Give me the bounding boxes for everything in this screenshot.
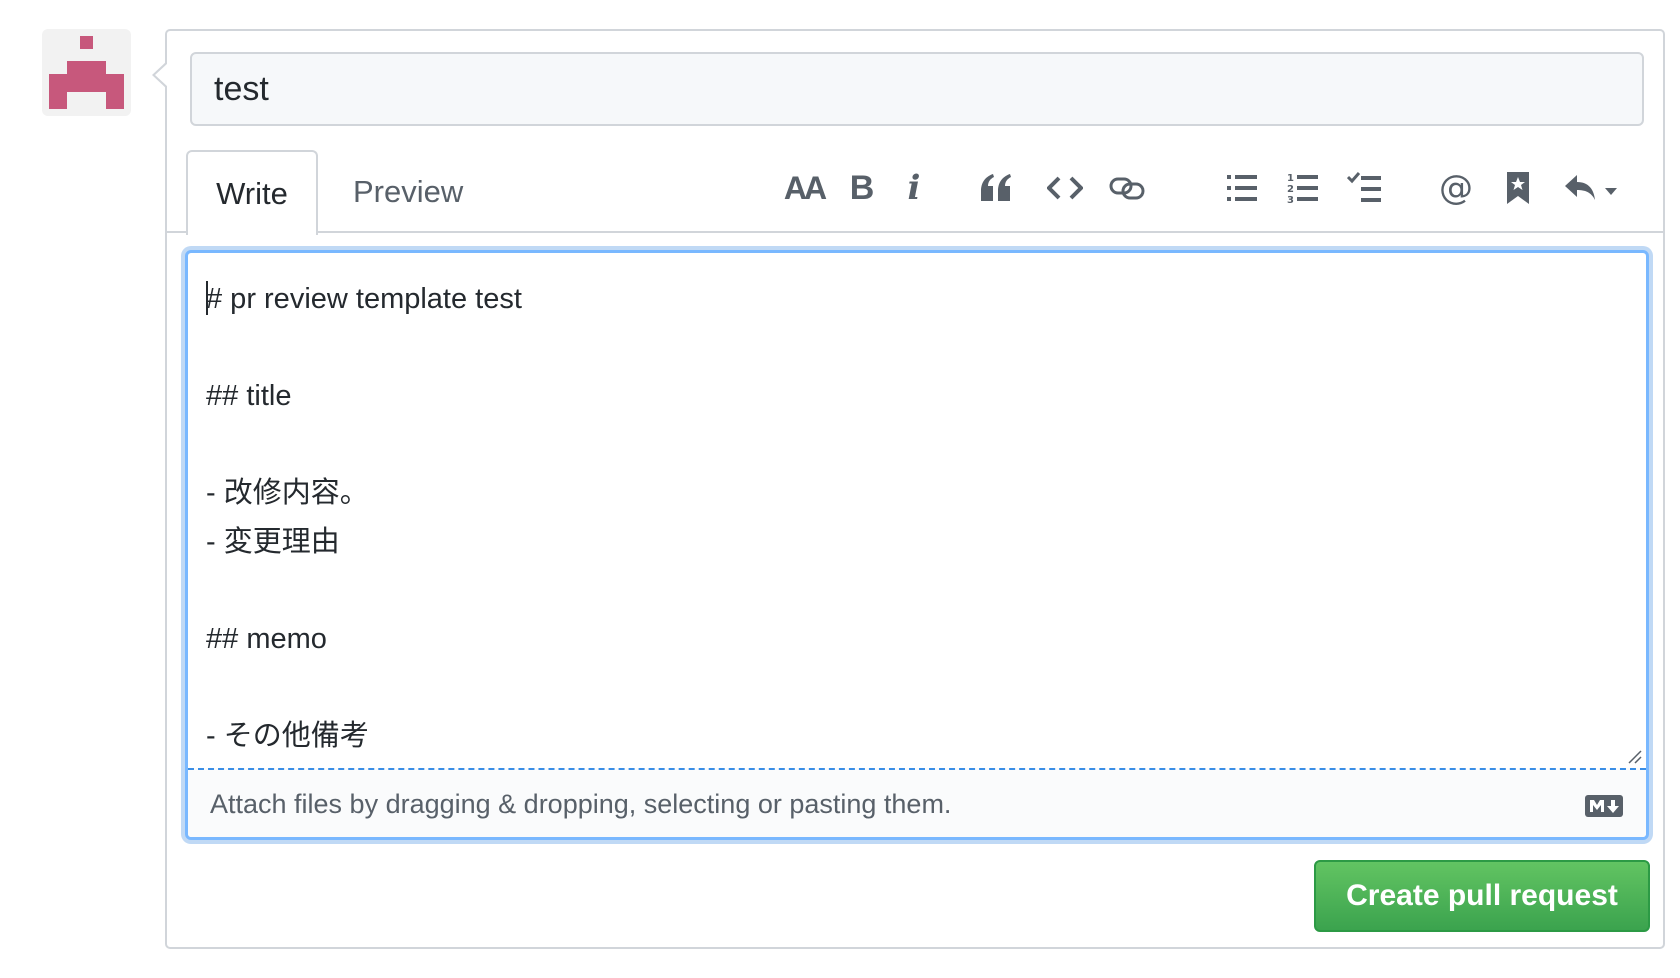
bold-glyph: B (849, 168, 875, 207)
attach-hint: Attach files by dragging & dropping, sel… (210, 789, 952, 819)
bold-icon[interactable]: B (847, 166, 877, 210)
mention-icon[interactable]: @ (1438, 166, 1474, 210)
identicon-avatar-icon (49, 36, 124, 109)
italic-glyph: i (907, 168, 921, 208)
tab-write[interactable]: Write (186, 150, 318, 235)
unordered-list-icon[interactable] (1227, 166, 1259, 210)
editor-tabs: Write Preview AA B i 1 2 3 @ (167, 150, 1663, 235)
svg-text:3: 3 (1287, 195, 1294, 205)
file-attach-bar[interactable]: Attach files by dragging & dropping, sel… (188, 768, 1646, 837)
bookmark-icon[interactable] (1505, 166, 1531, 210)
pull-request-form: Write Preview AA B i (152, 29, 1665, 949)
chevron-down-icon (1605, 188, 1617, 195)
markdown-icon[interactable] (1584, 794, 1624, 818)
create-pull-request-button[interactable]: Create pull request (1314, 860, 1650, 932)
svg-text:1: 1 (1287, 173, 1294, 184)
body-textarea[interactable]: # pr review template test ## title - 改修内… (188, 253, 1646, 768)
italic-icon[interactable]: i (901, 166, 927, 210)
text-cursor (206, 281, 208, 315)
text-size-icon[interactable]: AA (782, 166, 827, 210)
title-input[interactable] (190, 52, 1644, 126)
task-list-icon[interactable] (1347, 166, 1383, 210)
ordered-list-icon[interactable]: 1 2 3 (1287, 166, 1319, 210)
quote-icon[interactable] (979, 166, 1013, 210)
text-size-glyph: AA (783, 169, 827, 206)
tab-preview[interactable]: Preview (353, 150, 463, 233)
reply-icon[interactable] (1563, 166, 1625, 210)
code-icon[interactable] (1047, 166, 1083, 210)
svg-text:2: 2 (1287, 184, 1294, 195)
link-icon[interactable] (1109, 166, 1145, 210)
avatar (42, 29, 131, 116)
resize-handle-icon[interactable] (1626, 748, 1642, 764)
comment-editor: # pr review template test ## title - 改修内… (185, 250, 1649, 840)
